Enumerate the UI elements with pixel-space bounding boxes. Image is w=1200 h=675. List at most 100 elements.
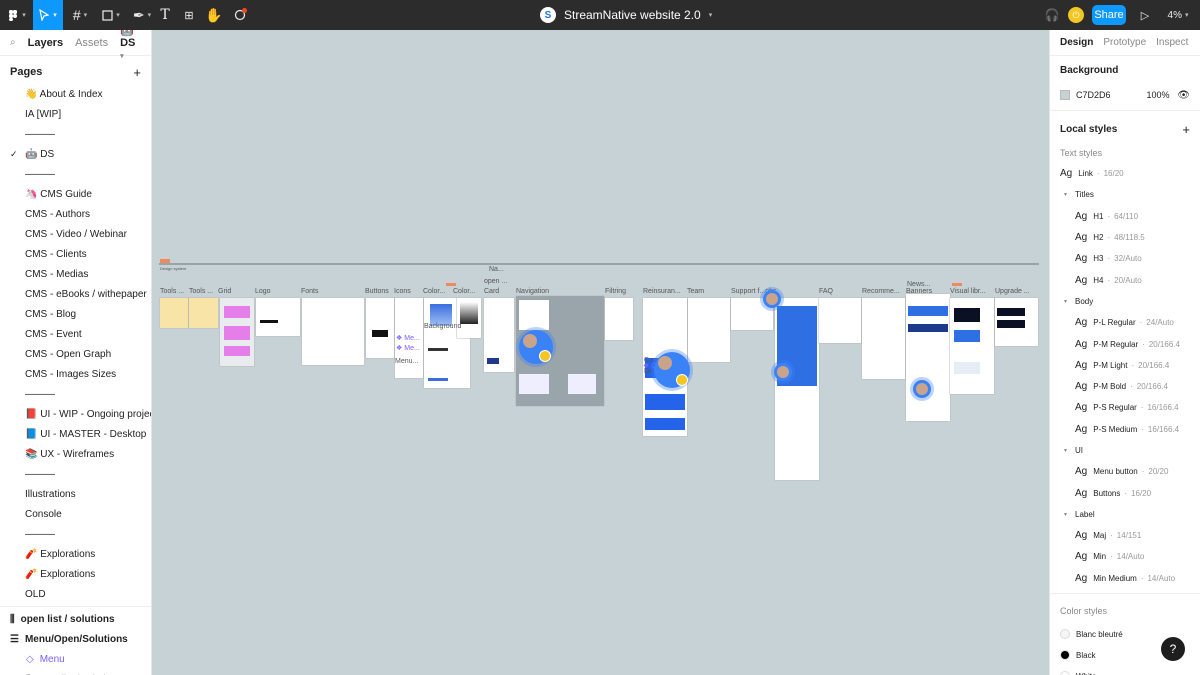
frame-recommendations[interactable] xyxy=(862,298,905,379)
page-item[interactable]: CMS - eBooks / withepaper xyxy=(0,284,151,304)
add-style-button[interactable]: + xyxy=(1182,122,1190,137)
text-style-item[interactable]: Ag P-M Regular · 20/166.4 xyxy=(1050,333,1200,354)
page-item[interactable]: CMS - Medias xyxy=(0,264,151,284)
shape-tool-button[interactable]: ▾ xyxy=(97,0,125,30)
background-opacity[interactable]: 100% xyxy=(1147,90,1170,100)
page-item[interactable]: CMS - Video / Webinar xyxy=(0,224,151,244)
frame-grid[interactable] xyxy=(220,298,254,366)
text-style-item[interactable]: Ag P-M Bold · 20/166.4 xyxy=(1050,376,1200,397)
frame-card[interactable] xyxy=(484,298,514,372)
page-item[interactable]: ——— xyxy=(0,384,151,404)
page-item[interactable]: CMS - Event xyxy=(0,324,151,344)
page-item[interactable]: 🦄 CMS Guide xyxy=(0,184,151,204)
text-style-item[interactable]: Ag Link · 16/20 xyxy=(1050,163,1200,184)
frame-banners[interactable] xyxy=(906,294,950,421)
layer-item[interactable]: ◇ Menu xyxy=(0,649,151,669)
hand-tool-button[interactable]: ✋ xyxy=(205,0,223,30)
share-button[interactable]: Share xyxy=(1092,5,1126,25)
layer-item[interactable]: ⫼open list / solutions xyxy=(0,669,151,675)
move-tool-button[interactable]: ▾ xyxy=(33,0,63,30)
page-item[interactable]: ✓ 🤖 DS xyxy=(0,144,151,164)
present-button[interactable]: ▷ xyxy=(1138,0,1152,30)
layer-item[interactable]: ⫼open list / solutions xyxy=(0,609,151,629)
resources-button[interactable]: ⊞ xyxy=(181,0,197,30)
page-item[interactable]: 📘 UI - MASTER - Desktop xyxy=(0,424,151,444)
page-item[interactable]: CMS - Blog xyxy=(0,304,151,324)
frame-colors-2[interactable] xyxy=(457,298,481,338)
page-item[interactable]: CMS - Images Sizes xyxy=(0,364,151,384)
tab-design[interactable]: Design xyxy=(1060,37,1093,48)
text-style-item[interactable]: Ag H1 · 64/110 xyxy=(1050,206,1200,227)
text-style-item[interactable]: Ag P-L Regular · 24/Auto xyxy=(1050,312,1200,333)
text-style-item[interactable]: Ag P-S Regular · 16/166.4 xyxy=(1050,397,1200,418)
style-group[interactable]: ▾ Body xyxy=(1050,291,1200,312)
eye-icon[interactable]: 👁 xyxy=(1177,90,1190,101)
color-style-item[interactable]: White xyxy=(1050,666,1200,675)
frame-visual-library[interactable] xyxy=(950,298,994,394)
text-style-item[interactable]: Ag Menu button · 20/20 xyxy=(1050,461,1200,482)
style-group[interactable]: ▾ Label xyxy=(1050,504,1200,525)
search-icon[interactable]: ⌕ xyxy=(10,37,16,48)
page-item[interactable]: 📚 UX - Wireframes xyxy=(0,444,151,464)
text-style-item[interactable]: Ag P-S Medium · 16/166.4 xyxy=(1050,419,1200,440)
frame-faq[interactable] xyxy=(819,298,861,343)
page-item[interactable]: CMS - Authors xyxy=(0,204,151,224)
frame-filtring[interactable] xyxy=(605,298,633,340)
main-menu-button[interactable]: ▾ xyxy=(4,0,30,30)
frame-fonts[interactable] xyxy=(302,298,364,365)
text-style-item[interactable]: Ag H3 · 32/Auto xyxy=(1050,248,1200,269)
tab-layers[interactable]: Layers xyxy=(28,37,63,49)
frame-support-long[interactable] xyxy=(775,298,819,480)
component-label: ❖ Me... xyxy=(396,334,420,342)
style-group[interactable]: ▾ Titles xyxy=(1050,184,1200,205)
comment-tool-button[interactable] xyxy=(232,0,248,30)
layer-item[interactable]: ☰ Menu/Open/Solutions xyxy=(0,629,151,649)
design-canvas[interactable]: Design system Tools ... Tools ... Grid L… xyxy=(152,30,1049,675)
text-style-item[interactable]: Ag Min Medium · 14/Auto xyxy=(1050,568,1200,589)
page-item[interactable]: OLD xyxy=(0,584,151,604)
zoom-menu[interactable]: 4% ▾ xyxy=(1166,0,1190,30)
frame-tools-1[interactable] xyxy=(160,298,188,328)
page-item[interactable]: 🧨 Explorations xyxy=(0,564,151,584)
page-item[interactable]: IA [WIP] xyxy=(0,104,151,124)
text-style-item[interactable]: Ag H2 · 48/118.5 xyxy=(1050,227,1200,248)
tab-prototype[interactable]: Prototype xyxy=(1103,37,1146,48)
page-item[interactable]: Illustrations xyxy=(0,484,151,504)
text-style-item[interactable]: Ag Maj · 14/151 xyxy=(1050,525,1200,546)
page-item[interactable]: ——— xyxy=(0,464,151,484)
current-page-selector[interactable]: 🤖 DS ▾ xyxy=(108,30,139,61)
background-hex[interactable]: C7D2D6 xyxy=(1076,90,1111,100)
page-item[interactable]: 📕 UI - WIP - Ongoing projects xyxy=(0,404,151,424)
left-panel: ⌕ Layers Assets 🤖 DS ▾ Pages + 👋 About &… xyxy=(0,30,152,675)
frame-buttons[interactable] xyxy=(366,298,394,358)
tab-assets[interactable]: Assets xyxy=(75,37,108,49)
background-row[interactable]: C7D2D6 100% 👁 xyxy=(1050,84,1200,106)
audio-button[interactable]: 🎧 xyxy=(1044,0,1060,30)
text-style-item[interactable]: Ag Buttons · 16/20 xyxy=(1050,482,1200,503)
page-item[interactable]: Console xyxy=(0,504,151,524)
page-item[interactable]: CMS - Clients xyxy=(0,244,151,264)
frame-logo[interactable] xyxy=(256,298,300,336)
tab-inspect[interactable]: Inspect xyxy=(1156,37,1188,48)
text-style-item[interactable]: Ag H4 · 20/Auto xyxy=(1050,269,1200,290)
text-style-item[interactable]: Ag Min · 14/Auto xyxy=(1050,546,1200,567)
style-group[interactable]: ▾ UI xyxy=(1050,440,1200,461)
add-page-button[interactable]: + xyxy=(133,65,141,80)
page-item[interactable]: ——— xyxy=(0,124,151,144)
document-title[interactable]: S StreamNative website 2.0 ▾ xyxy=(540,0,712,30)
background-swatch[interactable] xyxy=(1060,90,1070,100)
page-item[interactable]: 👋 About & Index xyxy=(0,84,151,104)
text-tool-button[interactable]: T xyxy=(158,0,172,30)
frame-tool-button[interactable]: # ▾ xyxy=(66,0,94,30)
page-item[interactable]: CMS - Open Graph xyxy=(0,344,151,364)
pen-tool-button[interactable]: ✒ ▾ xyxy=(128,0,156,30)
frame-tools-2[interactable] xyxy=(189,298,218,328)
page-item[interactable]: ——— xyxy=(0,164,151,184)
frame-upgrade[interactable] xyxy=(995,298,1038,346)
help-button[interactable]: ? xyxy=(1161,637,1185,661)
page-item[interactable]: 🧨 Explorations xyxy=(0,544,151,564)
frame-team[interactable] xyxy=(688,298,730,362)
page-item[interactable]: ——— xyxy=(0,524,151,544)
user-avatar[interactable]: ⏻ xyxy=(1068,7,1084,23)
text-style-item[interactable]: Ag P-M Light · 20/166.4 xyxy=(1050,355,1200,376)
